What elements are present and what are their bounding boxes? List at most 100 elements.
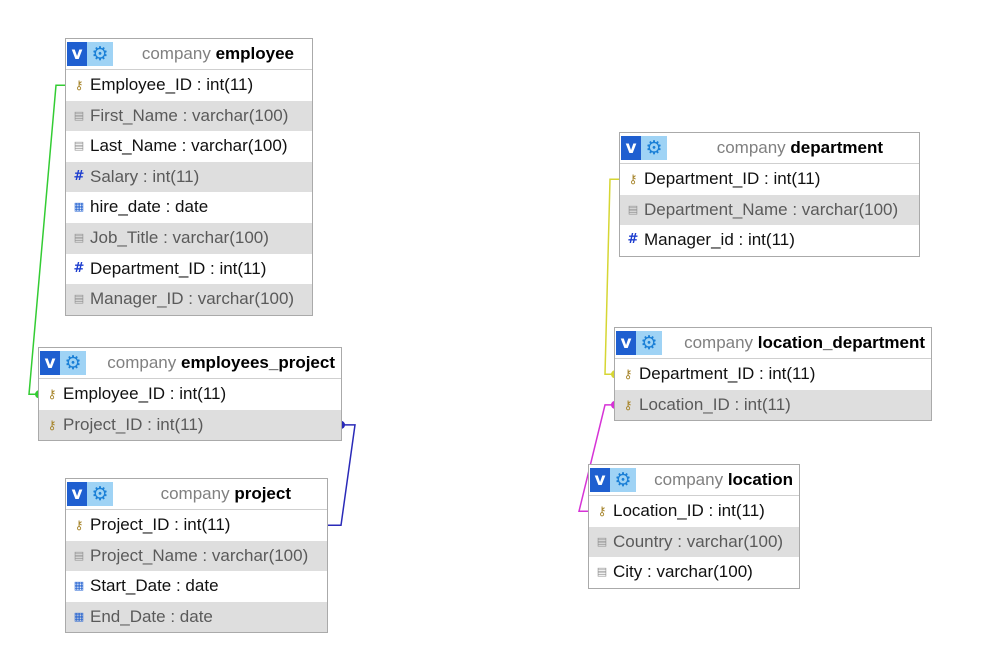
column-row[interactable]: ⚷ Employee_ID : int(11)	[39, 379, 341, 410]
table-title: company location_department	[684, 328, 925, 358]
column-label: Department_ID : int(11)	[644, 169, 821, 188]
schema-name: company	[684, 333, 754, 352]
text-field-icon: ▤	[73, 230, 85, 244]
date-field-icon: ▦	[73, 579, 85, 593]
column-label: Project_Name : varchar(100)	[90, 545, 309, 565]
date-field-icon: ▦	[73, 609, 85, 623]
key-icon: ⚷	[47, 417, 57, 432]
column-row[interactable]: ▤ Manager_ID : varchar(100)	[66, 284, 312, 315]
key-icon: ⚷	[74, 518, 84, 532]
column-row[interactable]: ▦ Start_Date : date	[66, 571, 327, 602]
schema-name: company	[160, 484, 230, 503]
gear-icon[interactable]: ⚙	[87, 482, 113, 506]
schema-name: company	[107, 353, 177, 372]
column-label: City : varchar(100)	[613, 562, 753, 582]
column-label: Salary : int(11)	[90, 166, 200, 186]
column-row[interactable]: ▤ Job_Title : varchar(100)	[66, 222, 312, 254]
gear-icon[interactable]: ⚙	[87, 42, 113, 66]
column-label: Project_ID : int(11)	[63, 414, 204, 434]
column-row[interactable]: ⚷ Department_ID : int(11)	[615, 359, 931, 390]
table-name: location_department	[757, 333, 925, 352]
schema-name: company	[141, 44, 211, 63]
toggle-columns-button[interactable]: v	[67, 42, 87, 66]
table-header[interactable]: v ⚙ company employees_project	[39, 348, 341, 379]
column-label: Country : varchar(100)	[613, 531, 784, 551]
column-row[interactable]: ⚷ Department_ID : int(11)	[620, 164, 919, 195]
column-row[interactable]: ▤ First_Name : varchar(100)	[66, 100, 312, 132]
toggle-columns-button[interactable]: v	[40, 351, 60, 375]
table-employee[interactable]: v ⚙ company employee ⚷ Employee_ID : int(…	[65, 38, 313, 316]
column-row[interactable]: ⚷ Project_ID : int(11)	[39, 409, 341, 441]
table-title: company department	[717, 133, 883, 163]
date-field-icon: ▦	[73, 200, 85, 214]
schema-name: company	[654, 470, 724, 489]
text-field-icon: ▤	[73, 139, 85, 153]
column-row[interactable]: ⚷ Project_ID : int(11)	[66, 510, 327, 541]
text-field-icon: ▤	[73, 108, 85, 122]
column-row[interactable]: ▤ Last_Name : varchar(100)	[66, 131, 312, 162]
column-label: Employee_ID : int(11)	[63, 384, 227, 403]
column-label: End_Date : date	[90, 606, 213, 626]
table-employees-project[interactable]: v ⚙ company employees_project ⚷ Employee_…	[38, 347, 342, 442]
gear-icon[interactable]: ⚙	[60, 351, 86, 375]
column-label: Location_ID : int(11)	[639, 394, 791, 414]
text-field-icon: ▤	[596, 534, 608, 548]
table-header[interactable]: v ⚙ company location	[589, 465, 799, 496]
table-location-department[interactable]: v ⚙ company location_department ⚷ Departm…	[614, 327, 932, 422]
toggle-columns-button[interactable]: v	[590, 468, 610, 492]
column-label: Start_Date : date	[90, 576, 219, 596]
number-field-icon: #	[73, 260, 85, 276]
column-row[interactable]: ⚷ Location_ID : int(11)	[615, 389, 931, 421]
table-header[interactable]: v ⚙ company department	[620, 133, 919, 164]
table-header[interactable]: v ⚙ company location_department	[615, 328, 931, 359]
number-field-icon: #	[627, 232, 639, 248]
gear-icon[interactable]: ⚙	[610, 468, 636, 492]
text-field-icon: ▤	[73, 548, 85, 562]
toggle-columns-button[interactable]: v	[621, 136, 641, 160]
column-row[interactable]: # Salary : int(11)	[66, 161, 312, 193]
column-row[interactable]: ⚷ Location_ID : int(11)	[589, 496, 799, 527]
table-project[interactable]: v ⚙ company project ⚷ Project_ID : int(11…	[65, 478, 328, 634]
table-title: company project	[161, 479, 291, 509]
table-name: employees_project	[180, 353, 335, 372]
key-icon: ⚷	[628, 172, 638, 186]
column-row[interactable]: # Department_ID : int(11)	[66, 254, 312, 285]
column-label: Location_ID : int(11)	[613, 501, 765, 520]
column-row[interactable]: # Manager_id : int(11)	[620, 225, 919, 256]
table-name: department	[790, 138, 883, 157]
text-field-icon: ▤	[596, 565, 608, 579]
gear-icon[interactable]: ⚙	[641, 136, 667, 160]
column-row[interactable]: ⚷ Employee_ID : int(11)	[66, 70, 312, 101]
table-name: location	[727, 470, 793, 489]
column-label: Department_ID : int(11)	[639, 364, 816, 383]
column-row[interactable]: ▤ Department_Name : varchar(100)	[620, 194, 919, 226]
table-header[interactable]: v ⚙ company employee	[66, 39, 312, 70]
column-row[interactable]: ▤ Project_Name : varchar(100)	[66, 540, 327, 572]
designer-canvas: v ⚙ company employee ⚷ Employee_ID : int(…	[0, 0, 990, 659]
key-icon: ⚷	[623, 367, 633, 381]
key-icon: ⚷	[74, 78, 84, 92]
gear-icon[interactable]: ⚙	[636, 331, 662, 355]
column-row[interactable]: ▦ End_Date : date	[66, 601, 327, 633]
table-title: company employees_project	[107, 348, 335, 378]
key-icon: ⚷	[623, 397, 633, 412]
toggle-columns-button[interactable]: v	[67, 482, 87, 506]
column-row[interactable]: ▤ City : varchar(100)	[589, 557, 799, 588]
text-field-icon: ▤	[73, 292, 85, 306]
table-department[interactable]: v ⚙ company department ⚷ Department_ID : …	[619, 132, 920, 257]
table-title: company location	[654, 465, 793, 495]
number-field-icon: #	[73, 168, 85, 184]
table-name: employee	[215, 44, 294, 63]
column-label: hire_date : date	[90, 197, 209, 217]
column-row[interactable]: ▦ hire_date : date	[66, 192, 312, 223]
column-row[interactable]: ▤ Country : varchar(100)	[589, 526, 799, 558]
column-label: First_Name : varchar(100)	[90, 105, 289, 125]
column-label: Project_ID : int(11)	[90, 515, 231, 534]
table-location[interactable]: v ⚙ company location ⚷ Location_ID : int(…	[588, 464, 800, 589]
column-label: Manager_id : int(11)	[644, 230, 795, 250]
table-header[interactable]: v ⚙ company project	[66, 479, 327, 510]
column-label: Manager_ID : varchar(100)	[90, 289, 295, 309]
column-label: Employee_ID : int(11)	[90, 75, 254, 94]
toggle-columns-button[interactable]: v	[616, 331, 636, 355]
table-title: company employee	[142, 39, 294, 69]
